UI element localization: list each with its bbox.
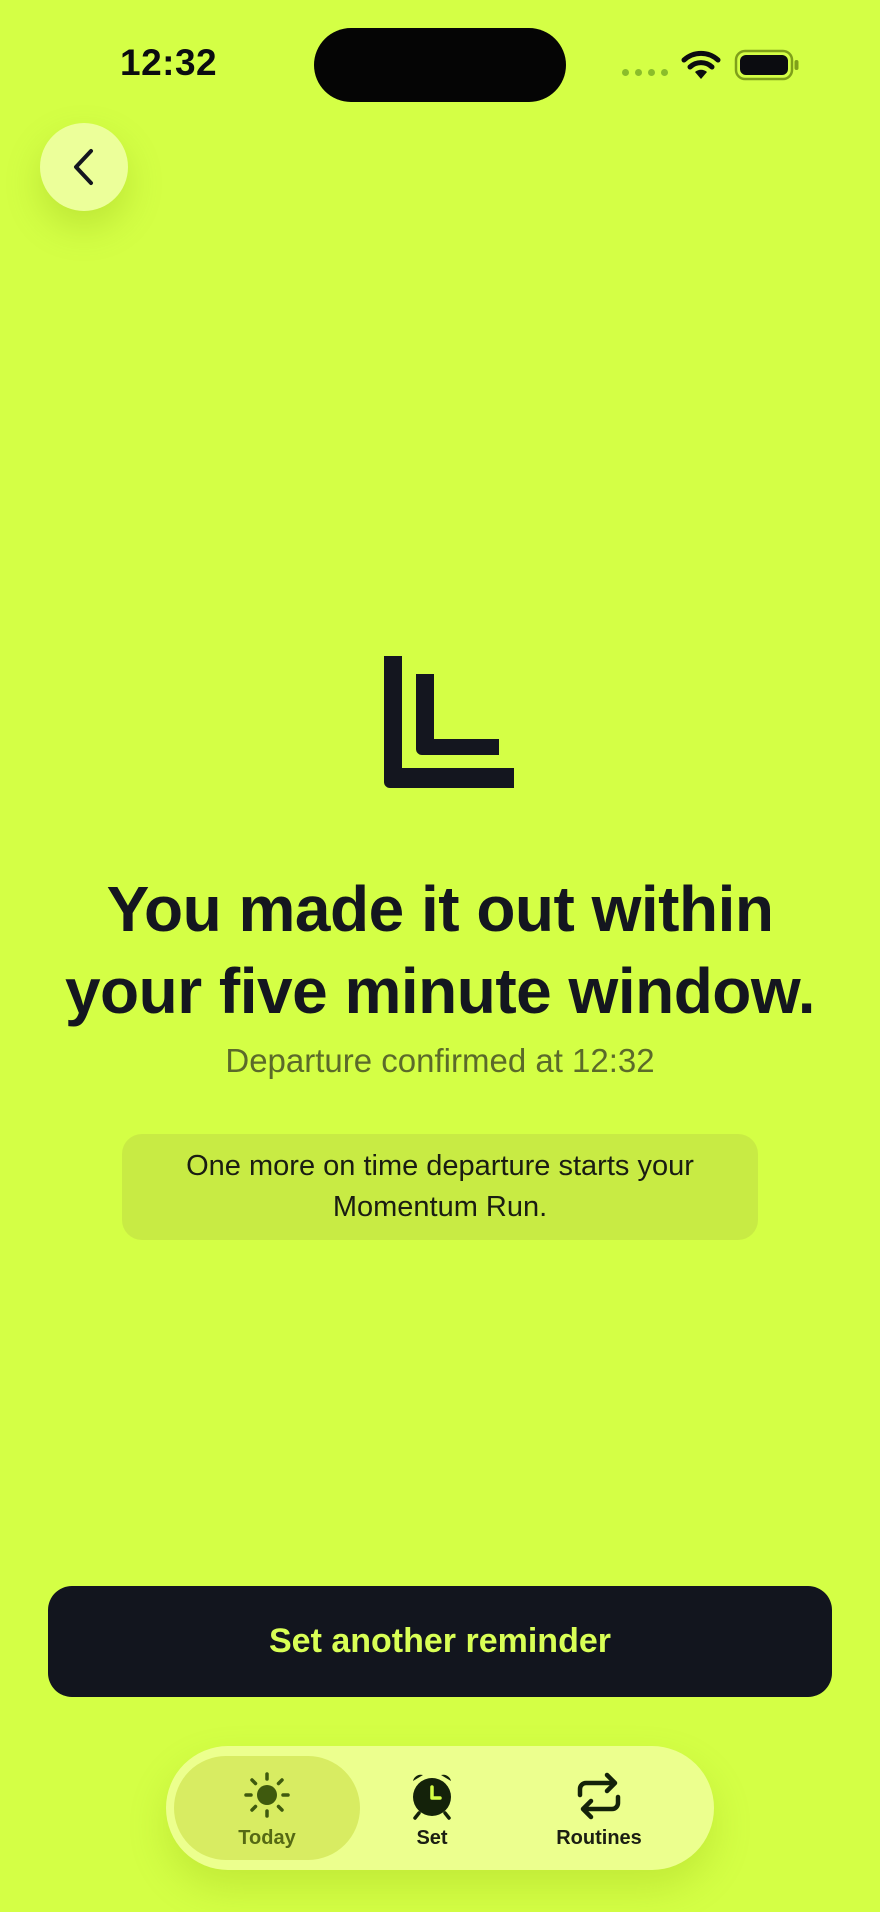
dynamic-island bbox=[314, 28, 566, 102]
momentum-info-card: One more on time departure starts your M… bbox=[122, 1134, 758, 1240]
back-button[interactable] bbox=[40, 123, 128, 211]
headline-line-1: You made it out within bbox=[106, 873, 774, 945]
tab-today[interactable]: Today bbox=[174, 1756, 360, 1860]
info-card-line-2: Momentum Run. bbox=[332, 1191, 548, 1223]
tab-set[interactable]: Set bbox=[362, 1756, 502, 1860]
battery-icon bbox=[734, 49, 799, 81]
departure-confirmation-text: Departure confirmed at 12:32 bbox=[225, 1042, 655, 1079]
set-another-reminder-button[interactable]: Set another reminder bbox=[48, 1586, 832, 1697]
status-bar: 12:32 bbox=[0, 0, 880, 130]
app-logo-mark bbox=[384, 656, 514, 788]
alarm-clock-icon bbox=[413, 1774, 451, 1820]
repeat-icon bbox=[577, 1772, 621, 1819]
status-time: 12:32 bbox=[120, 42, 218, 83]
tab-bar: Today Set Routines bbox=[166, 1746, 714, 1870]
confirmation-headline: You made it out within your five minute … bbox=[20, 868, 860, 1032]
headline-line-2: your five minute window. bbox=[64, 955, 816, 1027]
sun-icon bbox=[244, 1771, 290, 1818]
tab-today-label: Today bbox=[238, 1826, 296, 1849]
tab-routines[interactable]: Routines bbox=[514, 1756, 684, 1860]
cellular-signal-icon bbox=[622, 69, 668, 76]
chevron-left-icon bbox=[74, 149, 93, 185]
tab-set-label: Set bbox=[416, 1826, 448, 1849]
tab-routines-label: Routines bbox=[556, 1826, 642, 1849]
info-card-line-1: One more on time departure starts your bbox=[186, 1150, 694, 1182]
wifi-icon bbox=[681, 50, 721, 79]
